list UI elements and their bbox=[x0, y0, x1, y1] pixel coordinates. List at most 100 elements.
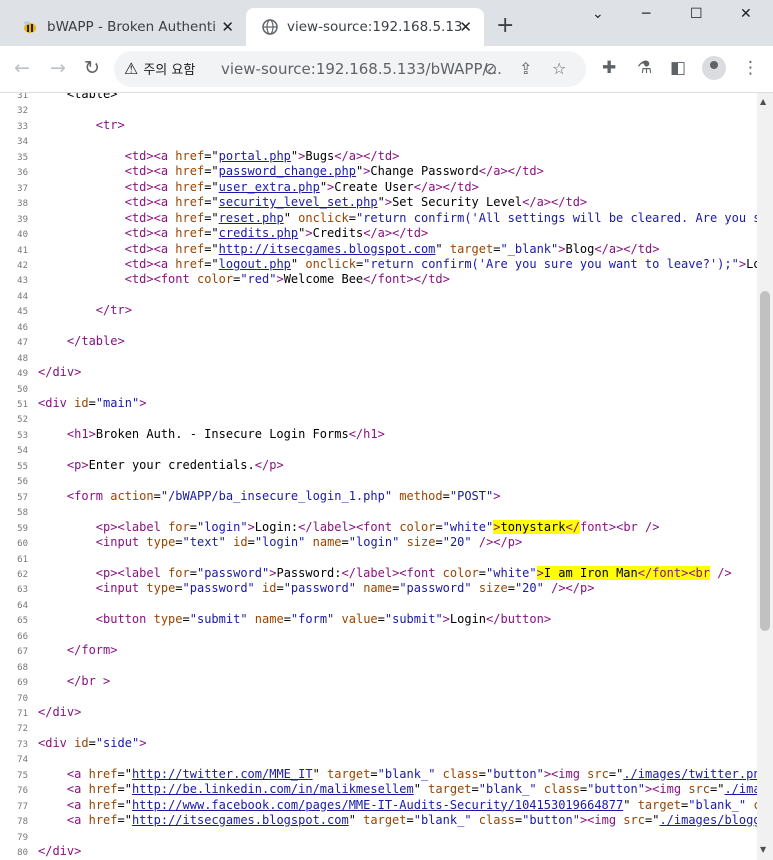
source-code: <td><a href="http://itsecgames.blogspot.… bbox=[124, 241, 660, 256]
source-line: 71 </div> bbox=[0, 705, 81, 721]
url-text[interactable]: view-source:192.168.5.133/bWAPP/... bbox=[221, 60, 502, 78]
source-code: <h1>Broken Auth. - Insecure Login Forms<… bbox=[66, 426, 385, 441]
source-code: <form action="/bWAPP/ba_insecure_login_1… bbox=[66, 488, 501, 503]
source-line: 59 <p><label for="login">Login:</label><… bbox=[0, 519, 660, 536]
source-line: 69 </br > bbox=[0, 674, 110, 690]
source-code: <td><a href="portal.php">Bugs</a></td> bbox=[124, 148, 400, 163]
source-line: 39 <td><a href="reset.php" onclick="retu… bbox=[0, 211, 757, 227]
source-line: 73 <div id="side"> bbox=[0, 736, 146, 752]
source-line: 46 bbox=[0, 319, 38, 335]
source-line: 70 bbox=[0, 690, 38, 706]
source-code: <td><a href="logout.php" onclick="return… bbox=[124, 256, 757, 271]
source-line: 53 <h1>Broken Auth. - Insecure Login For… bbox=[0, 427, 385, 443]
forward-icon[interactable]: → bbox=[50, 57, 66, 79]
new-tab-button[interactable]: + bbox=[496, 14, 514, 38]
profile-avatar[interactable] bbox=[702, 56, 726, 80]
source-code: </tr> bbox=[95, 303, 132, 318]
source-line: 38 <td><a href="security_level_set.php">… bbox=[0, 195, 587, 211]
source-line: 66 bbox=[0, 628, 38, 644]
source-code: <input type="text" id="login" name="logi… bbox=[95, 535, 523, 550]
source-line: 55 <p>Enter your credentials.</p> bbox=[0, 458, 284, 474]
source-code: </form> bbox=[66, 643, 118, 658]
source-line: 36 <td><a href="password_change.php">Cha… bbox=[0, 164, 544, 180]
scrollbar-thumb[interactable] bbox=[760, 291, 770, 631]
source-line: 49 </div> bbox=[0, 365, 81, 381]
source-line: 64 bbox=[0, 597, 38, 613]
source-line: 32 bbox=[0, 102, 38, 118]
source-code: </div> bbox=[38, 844, 82, 859]
tab-search-icon[interactable]: ⌄ bbox=[592, 6, 604, 22]
source-code: <tr> bbox=[95, 117, 125, 132]
source-line: 57 <form action="/bWAPP/ba_insecure_logi… bbox=[0, 489, 500, 505]
source-code: <button type="submit" name="form" value=… bbox=[95, 612, 552, 627]
vertical-scrollbar[interactable]: ▲ ▼ bbox=[757, 93, 773, 860]
source-line: 78 <a href="http://itsecgames.blogspot.c… bbox=[0, 813, 757, 829]
source-line: 45 </tr> bbox=[0, 303, 132, 319]
share-icon[interactable]: ⇪ bbox=[519, 59, 532, 78]
source-line: 65 <button type="submit" name="form" val… bbox=[0, 612, 551, 628]
source-code: <a href="http://be.linkedin.com/in/malik… bbox=[66, 782, 757, 797]
side-panel-icon[interactable]: ◧ bbox=[670, 58, 686, 78]
source-line: 35 <td><a href="portal.php">Bugs</a></td… bbox=[0, 149, 399, 165]
line-number: 80 bbox=[17, 848, 28, 859]
source-line: 48 bbox=[0, 350, 38, 366]
tab-title: bWAPP - Broken Authentica bbox=[47, 19, 215, 35]
globe-icon bbox=[262, 19, 278, 35]
back-icon[interactable]: ← bbox=[14, 57, 30, 79]
reload-icon[interactable]: ↻ bbox=[84, 57, 100, 79]
source-line: 56 bbox=[0, 473, 38, 489]
source-line: 34 bbox=[0, 133, 38, 149]
source-line: 42 <td><a href="logout.php" onclick="ret… bbox=[0, 257, 757, 273]
source-line: 61 bbox=[0, 551, 38, 567]
tab-bwapp[interactable]: bWAPP - Broken Authentica ✕ bbox=[0, 8, 246, 46]
scroll-up-icon[interactable]: ▲ bbox=[760, 97, 766, 106]
source-line: 74 bbox=[0, 751, 38, 767]
minimize-icon[interactable]: ─ bbox=[642, 6, 650, 22]
lab-flask-icon[interactable]: ⚗ bbox=[637, 58, 652, 78]
menu-dots-icon[interactable]: ⋮ bbox=[742, 58, 759, 78]
security-chip[interactable]: ⚠ 주의 요함 bbox=[124, 59, 195, 78]
source-code: <p>Enter your credentials.</p> bbox=[66, 457, 284, 472]
security-label: 주의 요함 bbox=[143, 63, 196, 78]
source-code: </table> bbox=[66, 334, 125, 349]
source-line: 31 <table> bbox=[0, 93, 117, 103]
close-tab-icon[interactable]: ✕ bbox=[221, 18, 234, 36]
source-code: <td><a href="credits.php">Credits</a></t… bbox=[124, 226, 429, 241]
source-view: 31 <table> 32 33 <tr> 34 35 <td><a href="por… bbox=[0, 93, 757, 860]
source-code: </div> bbox=[38, 705, 82, 719]
source-code: <td><a href="reset.php" onclick="return … bbox=[124, 210, 757, 225]
source-line: 76 <a href="http://be.linkedin.com/in/ma… bbox=[0, 782, 757, 798]
source-line: 44 bbox=[0, 288, 38, 304]
extensions-icon[interactable]: ✚ bbox=[602, 58, 616, 78]
address-bar[interactable]: ⚠ 주의 요함 view-source:192.168.5.133/bWAPP/… bbox=[114, 51, 586, 87]
source-line: 51 <div id="main"> bbox=[0, 396, 146, 412]
source-line: 47 </table> bbox=[0, 334, 125, 350]
tab-view-source[interactable]: view-source:192.168.5.133/b ✕ bbox=[246, 8, 484, 46]
source-code: <input type="password" id="password" nam… bbox=[95, 581, 595, 596]
source-code: <td><font color="red">Welcome Bee</font>… bbox=[124, 272, 450, 287]
source-code: <table> bbox=[38, 93, 118, 101]
source-code: <td><a href="user_extra.php">Create User… bbox=[124, 179, 479, 194]
eye-slash-icon[interactable]: ⊘ bbox=[484, 59, 497, 78]
source-line: 62 <p><label for="password">Password:</l… bbox=[0, 565, 732, 582]
source-line: 80 </div> bbox=[0, 844, 81, 860]
close-window-icon[interactable]: ✕ bbox=[740, 6, 752, 22]
source-code: <a href="http://www.facebook.com/pages/M… bbox=[66, 797, 757, 812]
source-code: <p><label for="login">Login:</label><fon… bbox=[95, 519, 660, 534]
source-line: 67 </form> bbox=[0, 643, 117, 659]
bee-icon bbox=[22, 19, 38, 35]
browser-toolbar: ← → ↻ ⚠ 주의 요함 view-source:192.168.5.133/… bbox=[0, 46, 773, 93]
star-icon[interactable]: ☆ bbox=[552, 59, 566, 78]
source-code: <a href="http://twitter.com/MME_IT" targ… bbox=[66, 766, 757, 781]
source-line: 75 <a href="http://twitter.com/MME_IT" t… bbox=[0, 767, 757, 783]
source-line: 63 <input type="password" id="password" … bbox=[0, 581, 594, 597]
scroll-down-icon[interactable]: ▼ bbox=[760, 845, 766, 854]
maximize-icon[interactable]: ☐ bbox=[690, 6, 703, 22]
warning-icon: ⚠ bbox=[124, 59, 139, 78]
source-code: </br > bbox=[66, 674, 111, 689]
source-line: 52 bbox=[0, 411, 38, 427]
source-line: 54 bbox=[0, 442, 38, 458]
source-line: 68 bbox=[0, 659, 38, 675]
source-code: <p><label for="password">Password:</labe… bbox=[95, 565, 732, 580]
close-tab-icon[interactable]: ✕ bbox=[459, 18, 472, 36]
